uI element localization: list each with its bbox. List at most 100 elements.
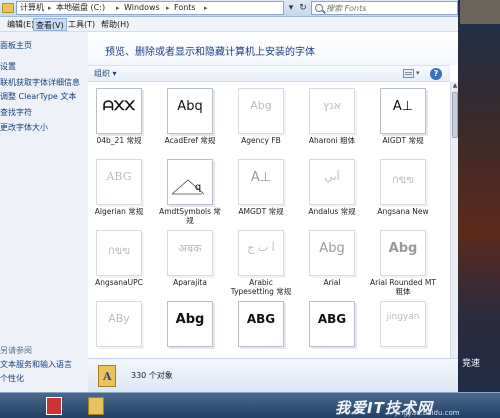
scroll-thumb[interactable]: [452, 92, 458, 138]
font-preview: Abg: [309, 230, 355, 276]
font-preview: A⊥: [380, 88, 426, 134]
breadcrumb-local-disk[interactable]: 本地磁盘 (C:): [56, 1, 105, 15]
text-services-link[interactable]: 文本服务和输入语言: [0, 359, 72, 370]
font-name: Arial Rounded MT 粗体: [370, 278, 436, 296]
font-preview: ﺃﺑﻲ: [309, 159, 355, 205]
font-tile[interactable]: أ ب ج Arabic Typesetting 常规: [231, 230, 291, 300]
menu-help[interactable]: 帮助(H): [99, 18, 131, 31]
breadcrumb-fonts[interactable]: Fonts: [174, 1, 196, 15]
font-tile[interactable]: अबक Aparajita: [160, 230, 220, 300]
font-name: AngsanaUPC: [95, 278, 143, 287]
font-settings-link[interactable]: 设置: [0, 61, 16, 72]
font-tile[interactable]: ᗩ᙭᙭ 04b_21 常规: [89, 88, 149, 158]
font-name: AmdtSymbols 常规: [159, 207, 221, 225]
change-font-size-link[interactable]: 更改字体大小: [0, 122, 48, 133]
font-tile[interactable]: ABy: [89, 301, 149, 358]
font-tile[interactable]: Abg: [160, 301, 220, 358]
command-bar: 组织 ▾ ▾ ?: [88, 65, 450, 82]
font-preview: Abq: [167, 88, 213, 134]
font-name: Agency FB: [241, 136, 281, 145]
organize-button[interactable]: 组织 ▾: [94, 68, 117, 80]
font-tile[interactable]: q AmdtSymbols 常规: [159, 159, 221, 229]
details-pane: 330 个对象: [88, 358, 458, 392]
folder-icon: [2, 3, 14, 13]
font-tile[interactable]: A⊥ AIGDT 常规: [373, 88, 433, 158]
font-preview: jingyan: [380, 301, 426, 347]
item-count: 330 个对象: [131, 371, 173, 380]
font-preview: กขฃ: [380, 159, 426, 205]
font-preview: अबक: [167, 230, 213, 276]
font-tile[interactable]: กขฃ Angsana New: [373, 159, 433, 229]
content-header: 预览、删除或者显示和隐藏计算机上安装的字体: [88, 32, 458, 65]
breadcrumb-separator-icon[interactable]: ▸: [116, 1, 120, 15]
vertical-scrollbar[interactable]: ▲: [450, 82, 458, 358]
change-view-icon[interactable]: [403, 69, 414, 78]
adjust-cleartype-link[interactable]: 调整 ClearType 文本: [0, 91, 76, 102]
wallpaper-decoration: [460, 0, 500, 24]
taskbar-folder-icon[interactable]: [88, 397, 104, 415]
font-preview: ABG: [309, 301, 355, 347]
font-preview: ABy: [96, 301, 142, 347]
font-tile[interactable]: ﺃﺑﻲ Andalus 常规: [302, 159, 362, 229]
breadcrumb-windows[interactable]: Windows: [124, 1, 160, 15]
help-icon[interactable]: ?: [430, 68, 442, 80]
font-preview: ABG: [238, 301, 284, 347]
address-bar-row: 计算机 ▸ 本地磁盘 (C:) ▸ Windows ▸ Fonts ▸ ▾ ↻: [0, 0, 458, 17]
search-input[interactable]: [326, 2, 456, 14]
font-name: 04b_21 常规: [96, 136, 142, 145]
control-panel-home-link[interactable]: 面板主页: [0, 40, 32, 51]
font-name: Angsana New: [377, 207, 429, 216]
scroll-up-arrow-icon[interactable]: ▲: [451, 82, 459, 90]
content-pane: 预览、删除或者显示和隐藏计算机上安装的字体 组织 ▾ ▾ ? ᗩ᙭᙭ 04b_2…: [88, 32, 458, 392]
watermark-url: jingyan.baidu.com: [395, 409, 460, 417]
font-tile[interactable]: ABG Algerian 常规: [89, 159, 149, 229]
get-font-info-online-link[interactable]: 联机获取字体详细信息: [0, 77, 80, 88]
font-tile[interactable]: A⊥ AMGDT 常规: [231, 159, 291, 229]
font-preview: Abg: [167, 301, 213, 347]
taskbar-app-icon[interactable]: [46, 397, 62, 415]
desktop-game-text: 竞速: [462, 359, 481, 369]
font-tile[interactable]: Abg Arial Rounded MT 粗体: [370, 230, 436, 300]
see-also-heading: 另请参阅: [0, 346, 32, 355]
font-name: Aharoni 粗体: [308, 136, 356, 145]
font-tile[interactable]: Abg Arial: [302, 230, 362, 300]
font-preview: q: [167, 159, 213, 205]
breadcrumb-separator-icon[interactable]: ▸: [48, 1, 52, 15]
personalization-link[interactable]: 个性化: [0, 373, 24, 384]
font-tile[interactable]: Abq AcadEref 常规: [160, 88, 220, 158]
font-grid: ᗩ᙭᙭ 04b_21 常规 Abq AcadEref 常规 Abg Agency…: [88, 82, 450, 358]
font-name: AcadEref 常规: [164, 136, 216, 145]
refresh-icon[interactable]: ↻: [296, 1, 310, 15]
breadcrumb-separator-icon[interactable]: ▸: [166, 1, 170, 15]
font-preview: A⊥: [238, 159, 284, 205]
font-preview: Abg: [380, 230, 426, 276]
fonts-explorer-window: 计算机 ▸ 本地磁盘 (C:) ▸ Windows ▸ Fonts ▸ ▾ ↻ …: [0, 0, 458, 392]
font-tile[interactable]: ABG: [302, 301, 362, 358]
fonts-folder-icon: [98, 365, 116, 387]
font-tile[interactable]: กขฃ AngsanaUPC: [89, 230, 149, 300]
breadcrumb-computer[interactable]: 计算机: [20, 1, 44, 15]
menu-view[interactable]: 查看(V): [33, 18, 67, 31]
page-title: 预览、删除或者显示和隐藏计算机上安装的字体: [105, 47, 315, 58]
menu-edit[interactable]: 编辑(E): [5, 18, 36, 31]
font-preview: אנץ: [309, 88, 355, 134]
font-preview: Abg: [238, 88, 284, 134]
find-character-link[interactable]: 查找字符: [0, 107, 32, 118]
font-preview: กขฃ: [96, 230, 142, 276]
font-tile[interactable]: ABG: [231, 301, 291, 358]
search-box[interactable]: [311, 1, 458, 15]
font-name: AIGDT 常规: [382, 136, 424, 145]
font-tile[interactable]: jingyan: [373, 301, 433, 358]
view-dropdown-icon[interactable]: ▾: [416, 69, 420, 77]
search-icon: [315, 4, 323, 12]
font-name: AMGDT 常规: [238, 207, 284, 216]
menu-tools[interactable]: 工具(T): [66, 18, 97, 31]
breadcrumb-separator-icon[interactable]: ▸: [204, 1, 208, 15]
font-tile[interactable]: Abg Agency FB: [231, 88, 291, 158]
font-name: Andalus 常规: [308, 207, 356, 216]
font-name: Arabic Typesetting 常规: [230, 278, 292, 296]
font-tile[interactable]: אנץ Aharoni 粗体: [302, 88, 362, 158]
font-preview: ᗩ᙭᙭: [96, 88, 142, 134]
menu-bar: 编辑(E) 查看(V) 工具(T) 帮助(H): [0, 17, 458, 32]
font-name: Arial: [323, 278, 341, 287]
